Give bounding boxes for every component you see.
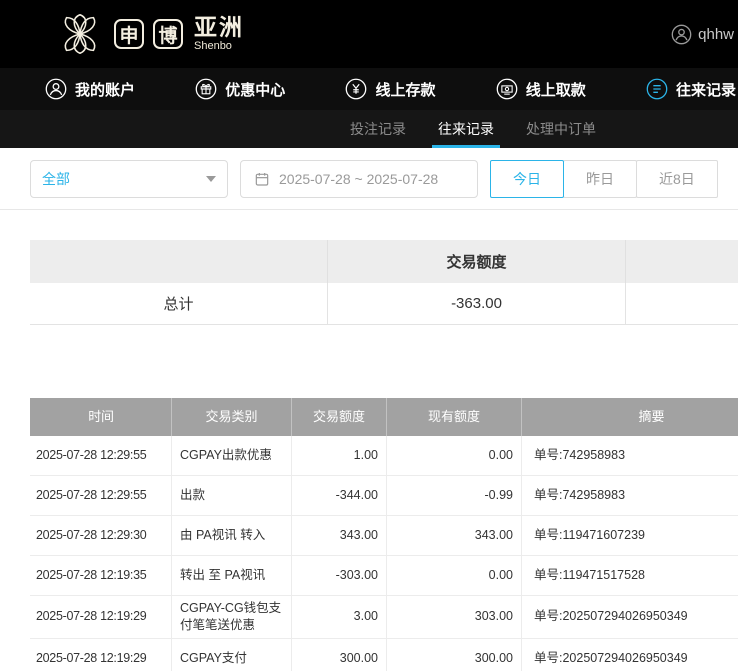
summary-empty-cell: [626, 283, 738, 324]
filter-bar: 全部 2025-07-28 ~ 2025-07-28 今日 昨日 近8日: [0, 148, 738, 210]
table-row: 2025-07-28 12:29:55 CGPAY出款优惠 1.00 0.00 …: [30, 436, 738, 476]
cell-type: CGPAY支付: [172, 639, 292, 671]
nav-item-deposit[interactable]: 线上存款: [345, 78, 435, 100]
cell-summary: 单号:119471607239: [522, 516, 738, 555]
cell-time: 2025-07-28 12:19:29: [30, 596, 172, 638]
cell-time: 2025-07-28 12:29:30: [30, 516, 172, 555]
brand-logo[interactable]: 申 博 亚洲 Shenbo: [55, 11, 244, 57]
cell-time: 2025-07-28 12:29:55: [30, 476, 172, 515]
gift-icon: [195, 78, 217, 100]
summary-total-label: 总计: [30, 283, 328, 324]
col-header-time: 时间: [30, 398, 172, 436]
cell-balance: -0.99: [387, 476, 522, 515]
selected-type: 全部: [42, 169, 70, 189]
summary-header-empty: [626, 240, 738, 283]
cell-amount: 300.00: [292, 639, 387, 671]
cell-type: 转出 至 PA视讯: [172, 556, 292, 595]
top-header: 申 博 亚洲 Shenbo qhhw: [0, 0, 738, 68]
summary-header-empty: [30, 240, 328, 283]
nav-item-promotions[interactable]: 优惠中心: [195, 78, 285, 100]
deposit-icon: [345, 78, 367, 100]
last-8-days-button[interactable]: 近8日: [636, 160, 718, 198]
records-table: 时间 交易类别 交易额度 现有额度 摘要 2025-07-28 12:29:55…: [30, 398, 738, 671]
yesterday-button[interactable]: 昨日: [563, 160, 637, 198]
cell-summary: 单号:742958983: [522, 436, 738, 475]
table-row: 2025-07-28 12:29:55 出款 -344.00 -0.99 单号:…: [30, 476, 738, 516]
logo-region-text: 亚洲: [194, 16, 244, 39]
records-header-row: 时间 交易类别 交易额度 现有额度 摘要: [30, 398, 738, 436]
quick-range-group: 今日 昨日 近8日: [490, 160, 718, 198]
cell-type: 出款: [172, 476, 292, 515]
flower-logo-icon: [55, 11, 105, 57]
col-header-type: 交易类别: [172, 398, 292, 436]
summary-header-row: 交易额度: [30, 240, 738, 283]
logo-char-shen: 申: [114, 19, 144, 49]
summary-header-amount: 交易额度: [328, 240, 626, 283]
tab-betting-records[interactable]: 投注记录: [350, 110, 406, 148]
main-nav: 我的账户 优惠中心 线上存款: [0, 68, 738, 110]
nav-label: 线上存款: [375, 79, 435, 100]
cell-time: 2025-07-28 12:19:29: [30, 639, 172, 671]
table-row: 2025-07-28 12:19:29 CGPAY-CG钱包支付笔笔送优惠 3.…: [30, 596, 738, 639]
cell-time: 2025-07-28 12:29:55: [30, 436, 172, 475]
cell-amount: 3.00: [292, 596, 387, 638]
summary-total-row: 总计 -363.00: [30, 283, 738, 325]
cell-amount: 1.00: [292, 436, 387, 475]
tab-transaction-records[interactable]: 往来记录: [438, 110, 494, 148]
cell-summary: 单号:202507294026950349: [522, 596, 738, 638]
table-row: 2025-07-28 12:19:35 转出 至 PA视讯 -303.00 0.…: [30, 556, 738, 596]
nav-item-transaction-records[interactable]: 往来记录: [646, 78, 736, 100]
cell-amount: -303.00: [292, 556, 387, 595]
cell-summary: 单号:119471517528: [522, 556, 738, 595]
username: qhhw: [698, 26, 734, 43]
col-header-balance: 现有额度: [387, 398, 522, 436]
cell-balance: 0.00: [387, 556, 522, 595]
tab-processing-orders[interactable]: 处理中订单: [526, 110, 596, 148]
nav-label: 优惠中心: [225, 79, 285, 100]
logo-char-bo: 博: [153, 19, 183, 49]
calendar-icon: [254, 171, 270, 187]
date-range-picker[interactable]: 2025-07-28 ~ 2025-07-28: [240, 160, 478, 198]
caret-down-icon: [206, 176, 216, 182]
date-range-value: 2025-07-28 ~ 2025-07-28: [279, 171, 438, 187]
page: 申 博 亚洲 Shenbo qhhw: [0, 0, 738, 671]
summary-table: 交易额度 总计 -363.00: [30, 240, 738, 325]
cell-balance: 0.00: [387, 436, 522, 475]
withdraw-icon: [496, 78, 518, 100]
user-icon: [45, 78, 67, 100]
cell-summary: 单号:742958983: [522, 476, 738, 515]
nav-label: 往来记录: [676, 79, 736, 100]
cell-balance: 303.00: [387, 596, 522, 638]
col-header-summary: 摘要: [522, 398, 738, 436]
summary-total-value: -363.00: [328, 283, 626, 324]
user-account[interactable]: qhhw: [671, 24, 734, 45]
logo-subtitle: Shenbo: [194, 41, 244, 52]
table-row: 2025-07-28 12:19:29 CGPAY支付 300.00 300.0…: [30, 639, 738, 671]
cell-amount: 343.00: [292, 516, 387, 555]
nav-label: 线上取款: [526, 79, 586, 100]
today-button[interactable]: 今日: [490, 160, 564, 198]
cell-time: 2025-07-28 12:19:35: [30, 556, 172, 595]
logo-region: 亚洲 Shenbo: [194, 16, 244, 52]
cell-amount: -344.00: [292, 476, 387, 515]
col-header-amount: 交易额度: [292, 398, 387, 436]
table-row: 2025-07-28 12:29:30 由 PA视讯 转入 343.00 343…: [30, 516, 738, 556]
cell-type: CGPAY-CG钱包支付笔笔送优惠: [172, 596, 292, 638]
transaction-type-select[interactable]: 全部: [30, 160, 228, 198]
records-icon: [646, 78, 668, 100]
cell-balance: 300.00: [387, 639, 522, 671]
nav-label: 我的账户: [75, 79, 135, 100]
sub-nav: 投注记录 往来记录 处理中订单: [0, 110, 738, 148]
cell-summary: 单号:202507294026950349: [522, 639, 738, 671]
nav-item-my-account[interactable]: 我的账户: [45, 78, 135, 100]
cell-type: 由 PA视讯 转入: [172, 516, 292, 555]
cell-balance: 343.00: [387, 516, 522, 555]
avatar-icon: [671, 24, 692, 45]
cell-type: CGPAY出款优惠: [172, 436, 292, 475]
nav-item-withdraw[interactable]: 线上取款: [496, 78, 586, 100]
